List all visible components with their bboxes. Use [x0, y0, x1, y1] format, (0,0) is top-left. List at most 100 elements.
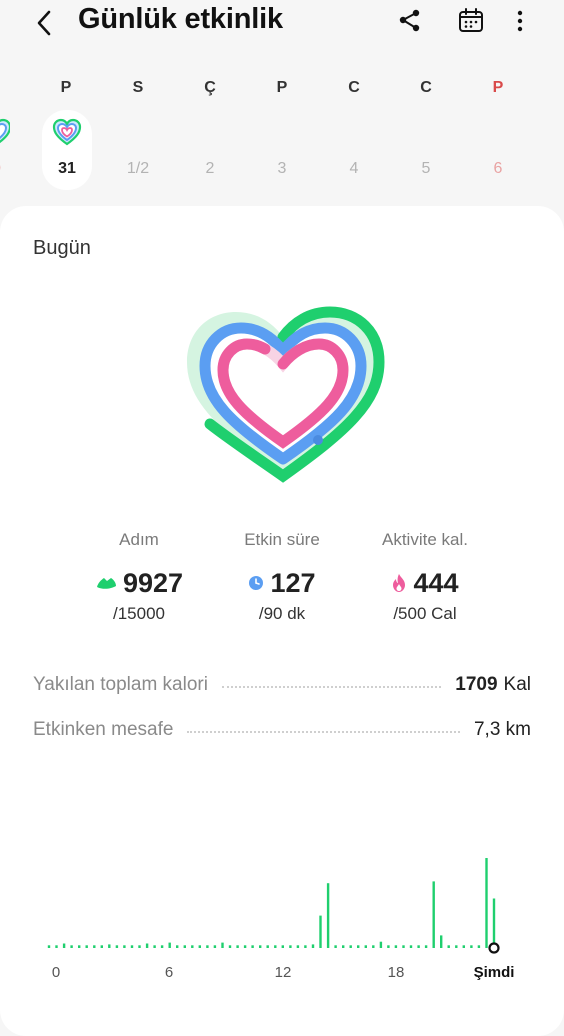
flame-icon	[393, 574, 406, 592]
activity-bar	[259, 945, 262, 948]
day-column[interactable]: P 3	[250, 76, 314, 177]
mini-activity-heart-icon	[0, 118, 10, 144]
activity-bar	[485, 858, 488, 948]
day-number: 2	[205, 160, 215, 177]
activity-bar	[191, 945, 194, 948]
stat-label: Etkin süre	[244, 530, 320, 549]
activity-bar	[304, 945, 307, 948]
stat-steps[interactable]: Adım 9927 /15000	[59, 530, 219, 624]
activity-bar	[55, 945, 58, 948]
activity-bar	[266, 945, 269, 948]
activity-bar	[402, 945, 405, 948]
now-marker	[488, 942, 500, 954]
activity-bar	[379, 941, 383, 948]
day-number: 6	[493, 160, 503, 177]
stat-active-time[interactable]: Etkin süre 127 /90 dk	[202, 530, 362, 624]
stat-label: Adım	[119, 530, 159, 549]
day-letter: Ç	[204, 79, 216, 96]
distance-row[interactable]: Etkinken mesafe 7,3 km	[33, 717, 531, 743]
shoe-icon	[96, 578, 116, 589]
timeline-tick: 6	[164, 964, 174, 981]
day-column[interactable]: C 5	[394, 76, 458, 177]
activity-bar	[78, 945, 81, 948]
day-number: 3	[277, 160, 287, 177]
day-column[interactable]: P 6	[466, 76, 530, 177]
activity-bar	[440, 935, 443, 948]
activity-bar	[47, 945, 51, 948]
day-column[interactable]: C 4	[322, 76, 386, 177]
activity-bar	[145, 943, 149, 948]
activity-bar	[349, 945, 352, 948]
day-number: 5	[421, 160, 431, 177]
previous-day-fragment[interactable]: 0	[0, 118, 10, 178]
activity-bar	[342, 945, 345, 948]
day-letter: C	[348, 79, 360, 96]
activity-bar	[281, 945, 284, 948]
share-icon[interactable]	[395, 6, 425, 36]
day-column[interactable]: S 1/2	[106, 76, 170, 177]
activity-bar	[364, 945, 367, 948]
day-number: 1/2	[126, 160, 150, 177]
activity-bar	[455, 945, 458, 948]
total-calories-row[interactable]: Yakılan toplam kalori 1709 Kal	[33, 672, 531, 698]
activity-bar	[198, 945, 201, 948]
page-title: Günlük etkinlik	[78, 3, 283, 35]
activity-bar	[93, 945, 96, 948]
active-time-value: 127	[270, 567, 316, 598]
app-header: Günlük etkinlik	[0, 0, 564, 48]
distance-value: 7,3 km	[473, 719, 531, 740]
stat-value-row: 9927	[59, 566, 219, 600]
activity-bar	[387, 945, 390, 948]
selected-day-pill[interactable]: 31	[42, 110, 92, 190]
day-letter: S	[132, 79, 144, 96]
stat-activity-calories[interactable]: Aktivite kal. 444 /500 Cal	[345, 530, 505, 624]
activity-bar	[243, 945, 247, 948]
activity-bar	[432, 881, 435, 948]
activity-bar	[221, 942, 224, 948]
activity-bar	[319, 915, 322, 948]
activity-bar	[160, 945, 164, 948]
activity-heart-rings[interactable]	[180, 306, 386, 484]
calendar-icon[interactable]	[456, 6, 486, 36]
more-options-icon[interactable]	[505, 6, 535, 36]
activity-timeline[interactable]: 0 6 12 18 Şimdi	[0, 840, 564, 990]
day-column[interactable]: P	[34, 76, 98, 100]
activity-bar	[357, 945, 360, 948]
timeline-tick: 0	[51, 964, 61, 981]
calories-goal: /500 Cal	[393, 604, 457, 623]
activity-bar	[85, 945, 88, 948]
activity-bar	[123, 945, 126, 948]
timeline-tick-now: Şimdi	[473, 964, 515, 981]
activity-bar	[138, 945, 141, 948]
steps-goal: /15000	[113, 604, 165, 623]
section-title: Bugün	[33, 237, 91, 259]
active-time-goal: /90 dk	[258, 604, 306, 623]
activity-bar	[394, 945, 398, 948]
activity-bar	[492, 898, 496, 948]
activity-bar	[296, 945, 300, 948]
back-icon[interactable]	[30, 8, 60, 38]
activity-bar	[236, 945, 239, 948]
dotted-leader	[187, 731, 460, 733]
distance-label: Etkinken mesafe	[33, 719, 174, 740]
day-column[interactable]: Ç 2	[178, 76, 242, 177]
activity-timeline-bars	[47, 858, 500, 954]
activity-bar	[183, 945, 186, 948]
activity-bar	[424, 945, 428, 948]
day-letter: P	[492, 79, 504, 96]
timeline-tick: 12	[274, 964, 292, 981]
activity-bar	[251, 945, 254, 948]
steps-value: 9927	[122, 567, 184, 598]
activity-bar	[100, 945, 103, 948]
activity-bar	[62, 943, 66, 948]
clock-icon	[249, 576, 264, 590]
day-letter: P	[276, 79, 288, 96]
activity-bar	[206, 945, 209, 948]
timeline-tick: 18	[387, 964, 405, 981]
activity-bar	[326, 883, 330, 948]
dotted-leader	[221, 686, 442, 688]
stat-label: Aktivite kal.	[382, 530, 468, 549]
activity-bar	[274, 945, 277, 948]
activity-bar	[213, 945, 217, 948]
day-letter: P	[60, 79, 72, 96]
